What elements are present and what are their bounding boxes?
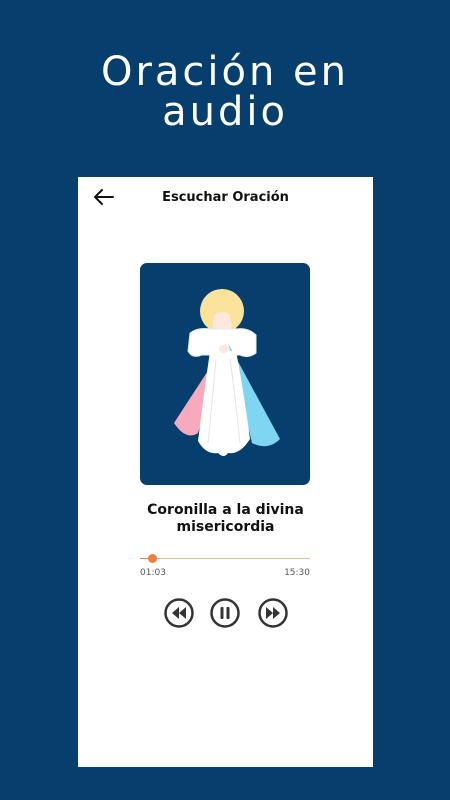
- progress-track: [140, 558, 310, 559]
- screen-title: Escuchar Oración: [162, 190, 289, 205]
- promo-title-line1: Oración en: [100, 49, 350, 95]
- pause-icon: [210, 598, 240, 628]
- fast-forward-button[interactable]: [257, 597, 289, 629]
- promo-title-line2: audio: [162, 89, 288, 135]
- top-bar: Escuchar Oración: [78, 177, 373, 217]
- progress-slider[interactable]: [140, 553, 310, 565]
- promo-title: Oración en audio: [0, 52, 450, 132]
- playback-controls: [78, 597, 373, 629]
- total-time: 15:30: [284, 568, 310, 578]
- divine-mercy-illustration: [174, 289, 280, 456]
- fast-forward-icon: [258, 598, 288, 628]
- pause-button[interactable]: [209, 597, 241, 629]
- elapsed-time: 01:03: [140, 568, 166, 578]
- rewind-button[interactable]: [163, 597, 195, 629]
- rewind-icon: [164, 598, 194, 628]
- progress-thumb[interactable]: [147, 554, 157, 563]
- phone-screen: Escuchar Oración Coronilla a la divina m…: [78, 177, 373, 767]
- prayer-artwork: [140, 263, 310, 485]
- track-title: Coronilla a la divina misericordia: [147, 502, 304, 535]
